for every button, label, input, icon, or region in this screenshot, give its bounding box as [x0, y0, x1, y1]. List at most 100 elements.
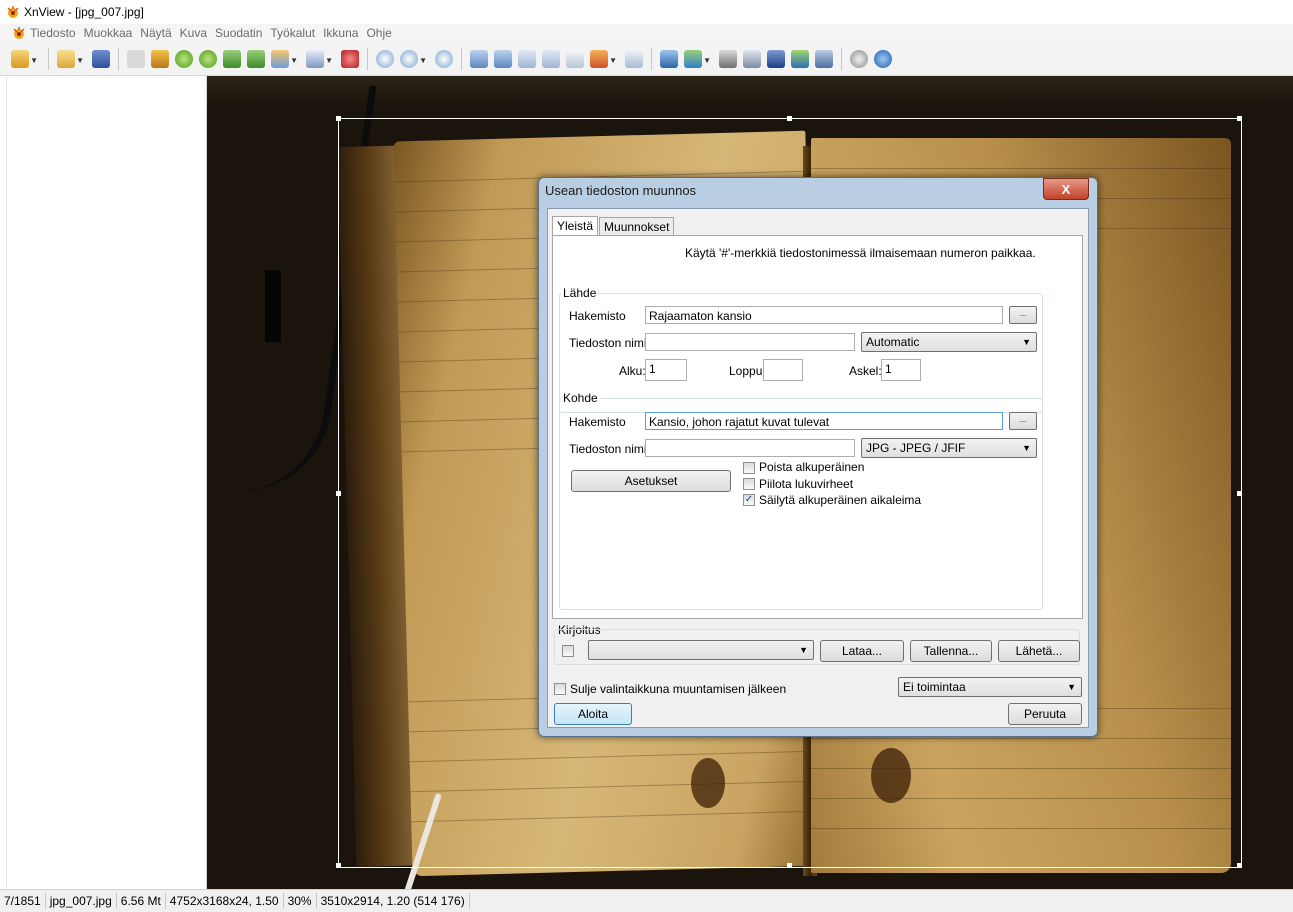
copy-icon[interactable] [566, 49, 584, 68]
target-filename-label: Tiedoston nimi [569, 442, 647, 456]
step-input[interactable]: 1 [881, 359, 921, 381]
last-icon[interactable] [542, 49, 560, 68]
close-after-checkbox[interactable] [554, 683, 566, 695]
after-action-value: Ei toimintaa [903, 680, 966, 694]
menu-edit[interactable]: Muokkaa [84, 26, 133, 40]
script-enable-checkbox[interactable] [562, 645, 574, 657]
main-toolbar: ▼ ▼ ▼ ▼ ▼ ▼ ▼ [0, 42, 1293, 76]
hide-read-errors-checkbox[interactable] [743, 478, 755, 490]
toolbar-separator [461, 47, 462, 70]
send-button[interactable]: Lähetä... [998, 640, 1080, 662]
menu-view[interactable]: Näytä [140, 26, 171, 40]
xnview-logo-icon [7, 6, 19, 18]
screen-icon[interactable] [815, 49, 833, 68]
menu-window[interactable]: Ikkuna [323, 26, 358, 40]
photo-clip [265, 270, 281, 342]
source-format-select[interactable]: Automatic ▼ [861, 332, 1037, 352]
start-input[interactable]: 1 [645, 359, 687, 381]
load-button[interactable]: Lataa... [820, 640, 904, 662]
target-filename-input[interactable] [645, 439, 855, 457]
list-icon[interactable]: ▼ [306, 49, 333, 68]
fullscreen-icon[interactable] [625, 49, 643, 68]
find-icon[interactable] [719, 49, 737, 68]
script-select[interactable]: ▼ [588, 640, 814, 660]
first-icon[interactable] [518, 49, 536, 68]
wallpaper-icon[interactable] [791, 49, 809, 68]
target-group-label: Kohde [561, 391, 600, 405]
source-folder-input[interactable]: Rajaamaton kansio [645, 306, 1003, 324]
save-icon[interactable] [92, 49, 110, 68]
source-format-value: Automatic [866, 335, 920, 349]
selection-handle[interactable] [1237, 116, 1242, 121]
toolbar-separator [841, 47, 842, 70]
dialog-title: Usean tiedoston muunnos [545, 183, 697, 198]
previous-icon[interactable] [470, 49, 488, 68]
selection-handle[interactable] [336, 116, 341, 121]
chevron-down-icon: ▼ [1067, 682, 1076, 692]
selection-handle[interactable] [787, 116, 792, 121]
settings-icon[interactable] [850, 49, 868, 68]
end-input[interactable] [763, 359, 803, 381]
effects-icon[interactable] [341, 49, 359, 68]
status-filesize: 6.56 Mt [117, 893, 166, 909]
selection-handle[interactable] [336, 863, 341, 868]
open-folder-icon[interactable]: ▼ [57, 49, 84, 68]
start-label: Alku: [619, 364, 646, 378]
target-format-select[interactable]: JPG - JPEG / JFIF ▼ [861, 438, 1037, 458]
source-browse-button[interactable]: ... [1009, 306, 1037, 324]
dialog-close-button[interactable]: X [1043, 178, 1089, 200]
delete-original-checkbox[interactable] [743, 462, 755, 474]
tab-general[interactable]: Yleistä [552, 216, 599, 236]
save-script-button[interactable]: Tallenna... [910, 640, 992, 662]
crop-icon[interactable] [151, 49, 169, 68]
undo-icon[interactable] [127, 49, 145, 68]
zoom-out-icon[interactable] [435, 49, 453, 68]
export-icon[interactable] [247, 49, 265, 68]
zoom-icon[interactable]: ▼ [400, 49, 427, 68]
settings-button[interactable]: Asetukset [571, 470, 731, 492]
selection-handle[interactable] [787, 863, 792, 868]
menu-tools[interactable]: Työkalut [270, 26, 315, 40]
window-title: XnView - [jpg_007.jpg] [24, 5, 144, 19]
cancel-button[interactable]: Peruuta [1008, 703, 1082, 725]
slideshow-icon[interactable]: ▼ [590, 49, 617, 68]
xnview-logo-icon [13, 27, 25, 39]
next-icon[interactable] [494, 49, 512, 68]
selection-handle[interactable] [336, 491, 341, 496]
start-button[interactable]: Aloita [554, 703, 632, 725]
target-browse-button[interactable]: ... [1009, 412, 1037, 430]
zoom-in-icon[interactable] [376, 49, 394, 68]
import-icon[interactable] [223, 49, 241, 68]
capture-icon[interactable] [660, 49, 678, 68]
status-image-info: 4752x3168x24, 1.50 [166, 893, 284, 909]
menu-help[interactable]: Ohje [366, 26, 391, 40]
status-bar: 7/1851 jpg_007.jpg 6.56 Mt 4752x3168x24,… [0, 889, 1293, 912]
browser-icon[interactable]: ▼ [11, 49, 38, 68]
after-action-select[interactable]: Ei toimintaa ▼ [898, 677, 1082, 697]
selection-handle[interactable] [1237, 863, 1242, 868]
delete-original-label: Poista alkuperäinen [759, 460, 865, 474]
end-label: Loppu [729, 364, 763, 378]
tab-transformations[interactable]: Muunnokset [599, 217, 675, 237]
menu-image[interactable]: Kuva [180, 26, 207, 40]
scanner-icon[interactable] [767, 49, 785, 68]
target-folder-label: Hakemisto [569, 415, 626, 429]
rotate-right-icon[interactable] [199, 49, 217, 68]
chevron-down-icon: ▼ [1022, 337, 1031, 347]
convert-icon[interactable]: ▼ [684, 49, 711, 68]
filename-hint: Käytä '#'-merkkiä tiedostonimessä ilmais… [685, 246, 1036, 260]
source-filename-input[interactable] [645, 333, 855, 351]
rotate-left-icon[interactable] [175, 49, 193, 68]
dialog-tabs: Yleistä Muunnokset [552, 216, 675, 237]
target-folder-input[interactable]: Kansio, johon rajatut kuvat tulevat [645, 412, 1003, 430]
info-icon[interactable] [874, 49, 892, 68]
selection-handle[interactable] [1237, 491, 1242, 496]
left-panel [0, 76, 207, 889]
chevron-down-icon: ▼ [799, 645, 808, 655]
keep-timestamp-checkbox[interactable]: ✓ [743, 494, 755, 506]
adjust-icon[interactable]: ▼ [271, 49, 298, 68]
status-filename: jpg_007.jpg [46, 893, 117, 909]
print-icon[interactable] [743, 49, 761, 68]
menu-filter[interactable]: Suodatin [215, 26, 262, 40]
menu-file[interactable]: Tiedosto [30, 26, 76, 40]
